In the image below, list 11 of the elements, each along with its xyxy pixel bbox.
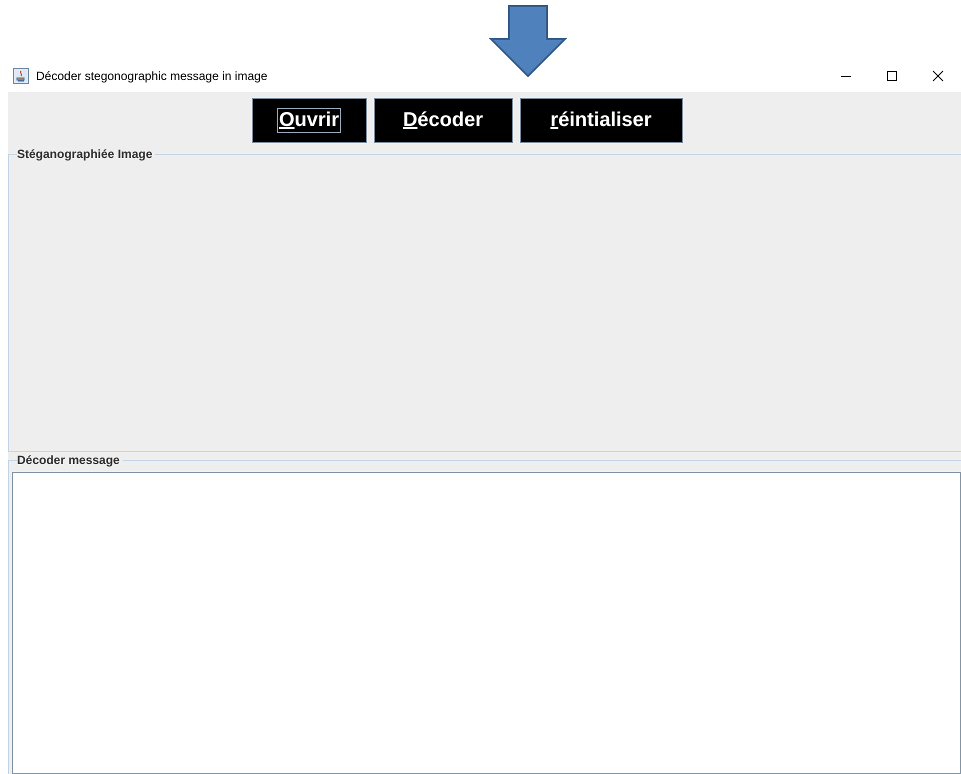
cup-icon [13,68,29,84]
toolbar-button[interactable]: réintialiser [520,98,682,143]
window-title: Décoder stegonographic message in image [36,69,268,83]
maximize-icon[interactable] [886,70,898,82]
message-field[interactable] [12,472,961,774]
toolbar-button[interactable]: Décoder [374,98,512,143]
panel-title: Stéganographiée Image [17,147,156,161]
down-arrow-icon [489,5,567,77]
toolbar-button[interactable]: Ouvrir [252,98,366,143]
close-icon[interactable] [932,70,944,82]
panel-title: Décoder message [17,453,123,467]
